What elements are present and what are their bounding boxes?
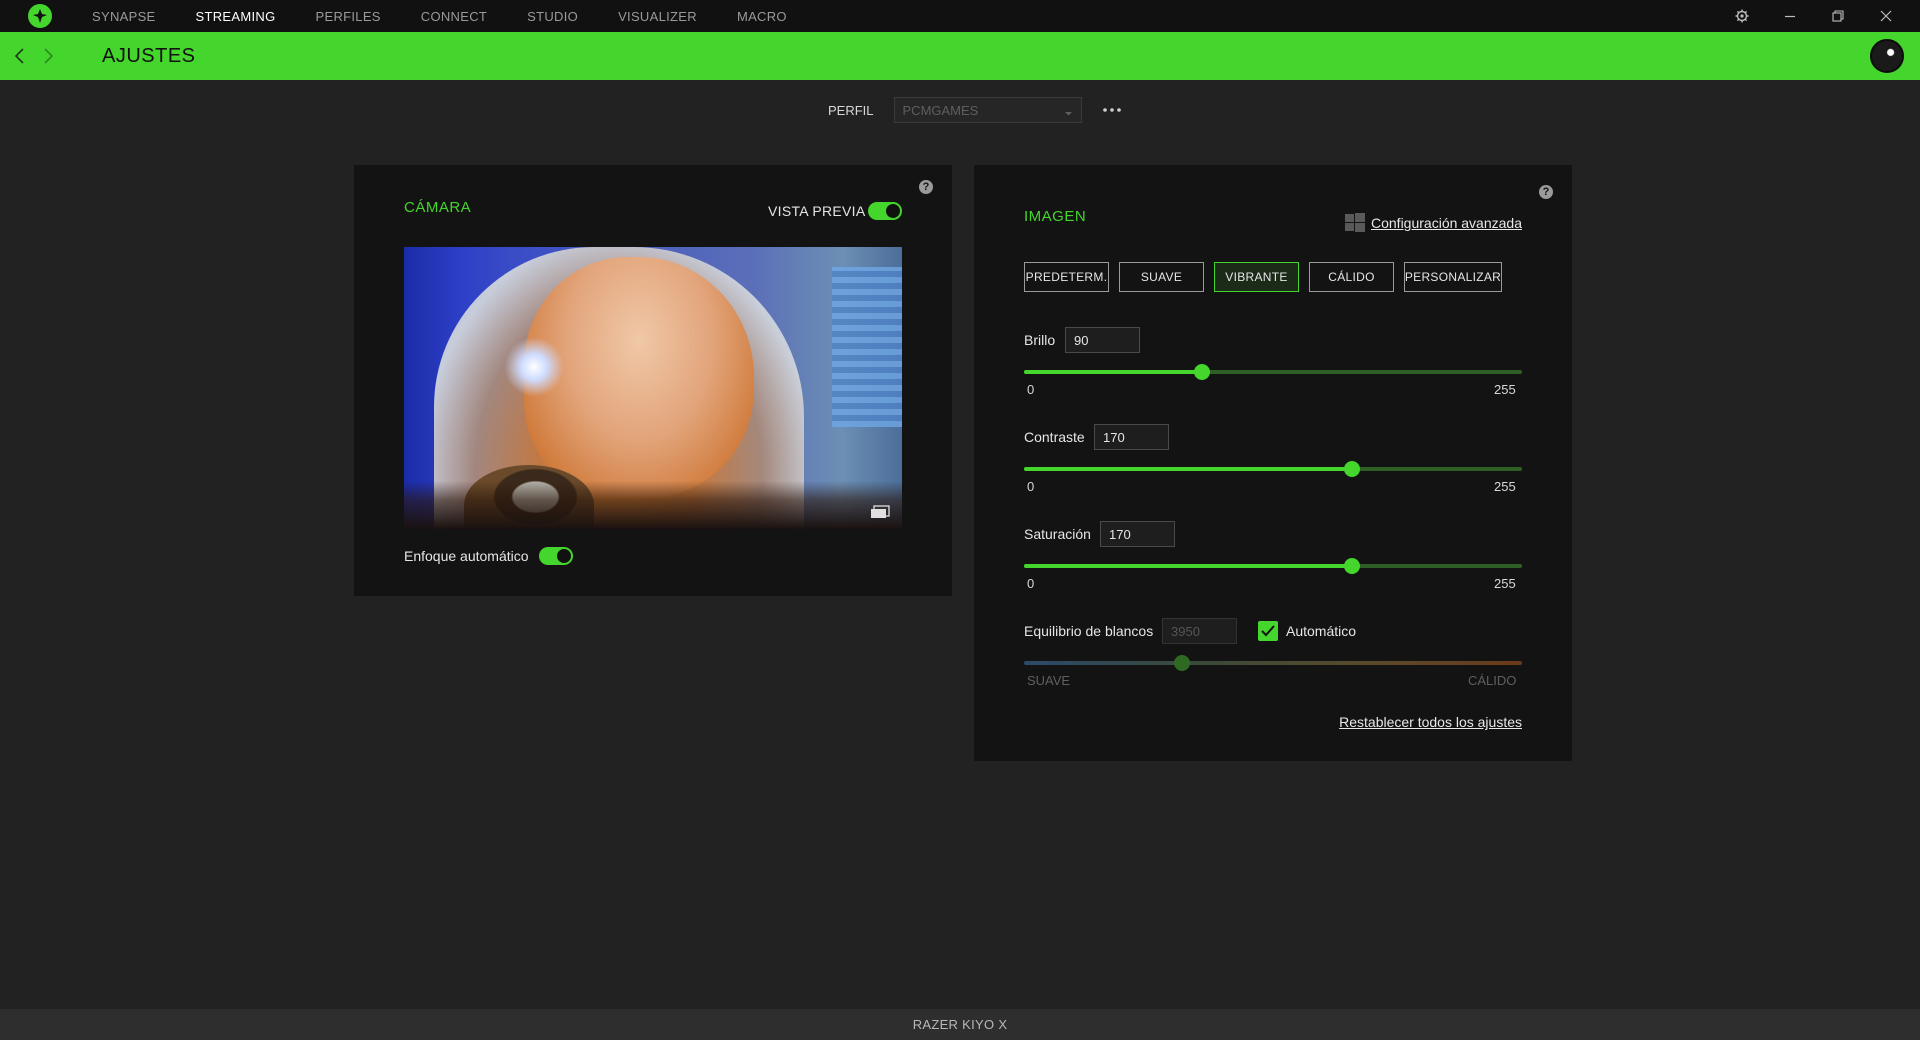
razer-logo-icon[interactable]: [28, 4, 52, 28]
device-footer: RAZER KIYO X: [0, 1009, 1920, 1040]
auto-white-balance-label: Automático: [1286, 623, 1357, 639]
brightness-label: Brillo: [1024, 332, 1056, 348]
profile-label: PERFIL: [828, 102, 874, 118]
tab-perfiles[interactable]: PERFILES: [316, 8, 381, 24]
restore-icon[interactable]: [1814, 0, 1862, 32]
camera-preview-feed: [404, 247, 902, 529]
slider-thumb[interactable]: [1194, 364, 1211, 380]
preset-vibrante-button[interactable]: VIBRANTE: [1214, 262, 1299, 292]
saturation-label: Saturación: [1024, 526, 1091, 542]
saturation-input[interactable]: 170: [1100, 521, 1175, 547]
white-balance-max: CÁLIDO: [1468, 673, 1517, 688]
slider-thumb[interactable]: [1174, 655, 1191, 671]
fullscreen-icon[interactable]: [870, 505, 890, 519]
saturation-max: 255: [1494, 576, 1516, 591]
check-icon: [1261, 625, 1275, 637]
slider-fill: [1024, 370, 1203, 374]
brightness-max: 255: [1494, 382, 1516, 397]
slider-thumb[interactable]: [1344, 461, 1361, 477]
brightness-input[interactable]: 90: [1065, 327, 1140, 353]
camera-panel: ? CÁMARA VISTA PREVIA Enfoque automático: [354, 165, 952, 596]
chevron-left-icon[interactable]: [6, 32, 34, 80]
advanced-settings-link[interactable]: Configuración avanzada: [1345, 213, 1522, 233]
avatar[interactable]: [1870, 39, 1904, 73]
slider-fill: [1024, 467, 1353, 471]
slider-track: [1024, 661, 1522, 665]
tab-macro[interactable]: MACRO: [737, 8, 787, 24]
tab-streaming[interactable]: STREAMING: [196, 8, 276, 24]
tab-visualizer[interactable]: VISUALIZER: [618, 8, 697, 24]
image-section-title: IMAGEN: [1024, 208, 1087, 225]
windows-icon: [1345, 213, 1365, 232]
contrast-max: 255: [1494, 479, 1516, 494]
white-balance-min: SUAVE: [1027, 673, 1071, 688]
preset-calido-button[interactable]: CÁLIDO: [1309, 262, 1394, 292]
device-name: RAZER KIYO X: [912, 1017, 1008, 1032]
page-header: AJUSTES: [0, 32, 1920, 80]
reset-all-settings-link[interactable]: Restablecer todos los ajustes: [1339, 714, 1522, 730]
preset-buttons: PREDETERM. SUAVE VIBRANTE CÁLIDO PERSONA…: [1024, 262, 1512, 292]
feed-light-glow: [504, 337, 564, 397]
white-balance-input[interactable]: 3950: [1162, 618, 1237, 644]
white-balance-slider[interactable]: [1024, 655, 1522, 671]
brightness-slider[interactable]: [1024, 364, 1522, 380]
preset-predeterm-button[interactable]: PREDETERM.: [1024, 262, 1109, 292]
contrast-slider[interactable]: [1024, 461, 1522, 477]
preset-suave-button[interactable]: SUAVE: [1119, 262, 1204, 292]
auto-white-balance-checkbox[interactable]: [1258, 621, 1278, 641]
tab-studio[interactable]: STUDIO: [527, 8, 578, 24]
chevron-right-icon[interactable]: [34, 32, 62, 80]
slider-thumb[interactable]: [1344, 558, 1361, 574]
white-balance-label: Equilibrio de blancos: [1024, 623, 1154, 639]
saturation-slider[interactable]: [1024, 558, 1522, 574]
page-title: AJUSTES: [102, 44, 196, 67]
brightness-min: 0: [1027, 382, 1035, 397]
preview-toggle[interactable]: [868, 202, 902, 220]
top-nav-bar: SYNAPSE STREAMING PERFILES CONNECT STUDI…: [0, 0, 1920, 32]
feed-floor: [404, 481, 902, 529]
profile-dropdown[interactable]: PCMGAMES: [893, 97, 1082, 123]
contrast-label: Contraste: [1024, 429, 1085, 445]
close-icon[interactable]: [1862, 0, 1910, 32]
image-panel: ? IMAGEN Configuración avanzada PREDETER…: [974, 165, 1572, 761]
slider-fill: [1024, 564, 1353, 568]
autofocus-toggle[interactable]: [539, 547, 573, 565]
gear-icon[interactable]: [1718, 0, 1766, 32]
contrast-input[interactable]: 170: [1094, 424, 1169, 450]
more-icon[interactable]: [1100, 100, 1124, 120]
tab-connect[interactable]: CONNECT: [421, 8, 487, 24]
contrast-min: 0: [1027, 479, 1035, 494]
minimize-icon[interactable]: [1766, 0, 1814, 32]
preview-label: VISTA PREVIA: [768, 203, 866, 219]
help-icon[interactable]: ?: [1539, 185, 1553, 199]
profile-selector-row: PERFIL PCMGAMES: [828, 97, 1124, 123]
tab-synapse[interactable]: SYNAPSE: [92, 8, 156, 24]
autofocus-label: Enfoque automático: [404, 548, 529, 564]
preset-personalizar-button[interactable]: PERSONALIZAR: [1404, 262, 1502, 292]
window-controls: [1718, 0, 1910, 32]
profile-value: PCMGAMES: [902, 102, 979, 118]
help-icon[interactable]: ?: [919, 180, 933, 194]
chevron-down-icon: [1064, 106, 1073, 121]
feed-window-light: [832, 267, 902, 427]
camera-section-title: CÁMARA: [404, 199, 472, 216]
saturation-min: 0: [1027, 576, 1035, 591]
advanced-settings-label: Configuración avanzada: [1371, 215, 1522, 231]
